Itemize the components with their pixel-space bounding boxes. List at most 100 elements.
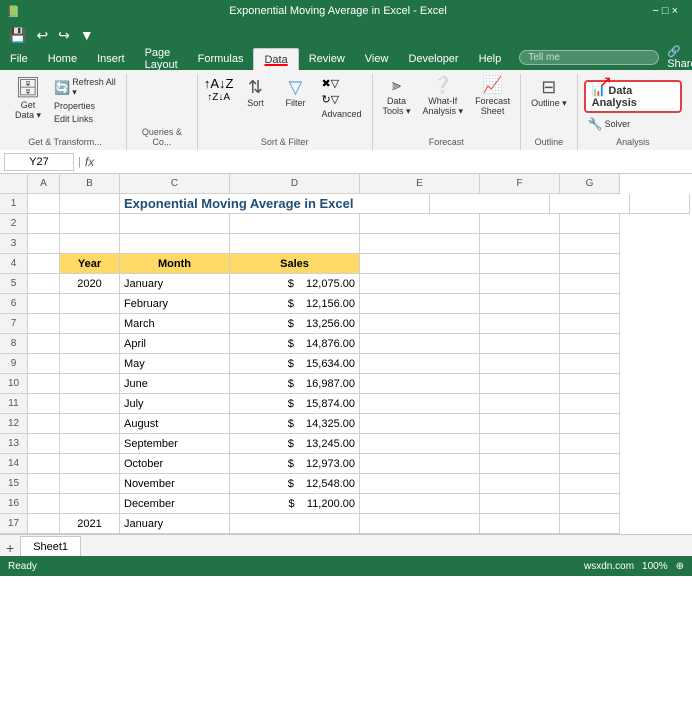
cell-c6[interactable]: February [120,294,230,314]
cell-d7[interactable]: $ 13,256.00 [230,314,360,334]
cell-b10[interactable] [60,374,120,394]
save-icon[interactable]: 💾 [6,25,29,46]
cell-a4[interactable] [28,254,60,274]
cell-e7[interactable] [360,314,480,334]
cell-d6[interactable]: $ 12,156.00 [230,294,360,314]
edit-links-btn[interactable]: Edit Links [50,113,120,125]
cell-g14[interactable] [560,454,620,474]
cell-c3[interactable] [120,234,230,254]
cell-c9[interactable]: May [120,354,230,374]
cell-a1[interactable] [28,194,60,214]
cell-e12[interactable] [360,414,480,434]
tell-me-input[interactable] [519,50,659,65]
filter-btn[interactable]: ▽ Filter [277,76,313,110]
cell-f6[interactable] [480,294,560,314]
cell-d4[interactable]: Sales [230,254,360,274]
whatif-btn[interactable]: ❔ What-IfAnalysis ▾ [419,76,468,119]
cell-c2[interactable] [120,214,230,234]
cell-e16[interactable] [360,494,480,514]
cell-f4[interactable] [480,254,560,274]
cell-e6[interactable] [360,294,480,314]
name-box[interactable] [4,153,74,171]
tab-review[interactable]: Review [299,48,355,70]
cell-d15[interactable]: $ 12,548.00 [230,474,360,494]
cell-b9[interactable] [60,354,120,374]
cell-e1[interactable] [430,194,550,214]
reapply-btn[interactable]: ↻▽ [317,92,365,107]
cell-a3[interactable] [28,234,60,254]
redo-icon[interactable]: ↪ [55,25,73,46]
sheet-tab-1[interactable]: Sheet1 [20,536,81,556]
cell-c15[interactable]: November [120,474,230,494]
cell-d13[interactable]: $ 13,245.00 [230,434,360,454]
cell-d17[interactable] [230,514,360,534]
cell-f9[interactable] [480,354,560,374]
solver-btn[interactable]: 🔧 Solver [584,116,634,132]
cell-e4[interactable] [360,254,480,274]
cell-c12[interactable]: August [120,414,230,434]
cell-a6[interactable] [28,294,60,314]
cell-g3[interactable] [560,234,620,254]
col-header-b[interactable]: B [60,174,120,194]
cell-g15[interactable] [560,474,620,494]
text-columns-btn[interactable]: ⫸ DataTools ▾ [379,76,415,119]
cell-g5[interactable] [560,274,620,294]
cell-f14[interactable] [480,454,560,474]
cell-f3[interactable] [480,234,560,254]
tab-pagelayout[interactable]: Page Layout [135,48,188,70]
cell-a15[interactable] [28,474,60,494]
cell-b11[interactable] [60,394,120,414]
cell-f7[interactable] [480,314,560,334]
cell-b7[interactable] [60,314,120,334]
cell-c7[interactable]: March [120,314,230,334]
cell-a12[interactable] [28,414,60,434]
cell-f2[interactable] [480,214,560,234]
tab-home[interactable]: Home [38,48,87,70]
tab-formulas[interactable]: Formulas [188,48,254,70]
add-sheet-btn[interactable]: + [0,540,20,556]
cell-a2[interactable] [28,214,60,234]
cell-c8[interactable]: April [120,334,230,354]
cell-b8[interactable] [60,334,120,354]
cell-c1[interactable]: Exponential Moving Average in Excel [120,194,420,214]
get-data-btn[interactable]: 🗄 GetData ▾ [10,76,46,123]
data-analysis-btn[interactable]: 📊 Data Analysis [584,80,682,113]
cell-a14[interactable] [28,454,60,474]
cell-g6[interactable] [560,294,620,314]
cell-d3[interactable] [230,234,360,254]
cell-c5[interactable]: January [120,274,230,294]
cell-b3[interactable] [60,234,120,254]
cell-e3[interactable] [360,234,480,254]
cell-b16[interactable] [60,494,120,514]
cell-f5[interactable] [480,274,560,294]
cell-a7[interactable] [28,314,60,334]
cell-b2[interactable] [60,214,120,234]
cell-b6[interactable] [60,294,120,314]
cell-g17[interactable] [560,514,620,534]
cell-e15[interactable] [360,474,480,494]
cell-d8[interactable]: $ 14,876.00 [230,334,360,354]
cell-c17[interactable]: January [120,514,230,534]
tab-view[interactable]: View [355,48,399,70]
cell-f16[interactable] [480,494,560,514]
cell-b1[interactable] [60,194,120,214]
dropdown-icon[interactable]: ▼ [77,25,97,45]
cell-a17[interactable] [28,514,60,534]
cell-g16[interactable] [560,494,620,514]
cell-e9[interactable] [360,354,480,374]
cell-e14[interactable] [360,454,480,474]
tab-developer[interactable]: Developer [398,48,468,70]
cell-f1[interactable] [550,194,630,214]
cell-d11[interactable]: $ 15,874.00 [230,394,360,414]
cell-b15[interactable] [60,474,120,494]
cell-g7[interactable] [560,314,620,334]
cell-e8[interactable] [360,334,480,354]
col-header-c[interactable]: C [120,174,230,194]
cell-g8[interactable] [560,334,620,354]
cell-g2[interactable] [560,214,620,234]
cell-a8[interactable] [28,334,60,354]
cell-e17[interactable] [360,514,480,534]
cell-b17[interactable]: 2021 [60,514,120,534]
refresh-btn[interactable]: 🔄 Refresh All ▾ [50,76,120,99]
cell-c11[interactable]: July [120,394,230,414]
